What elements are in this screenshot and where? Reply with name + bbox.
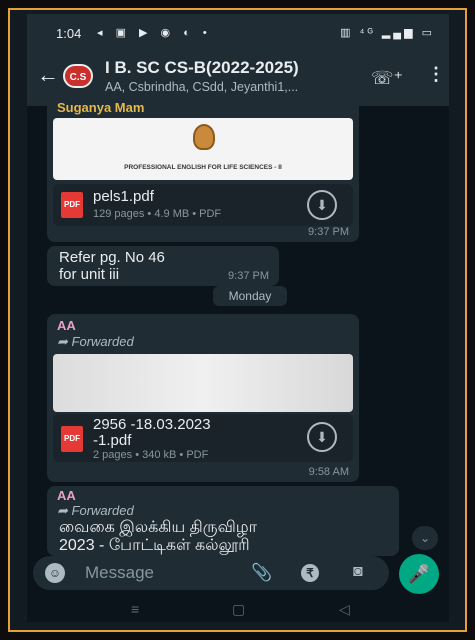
message-time: 9:37 PM	[308, 226, 349, 238]
message-text-line-1: வைகை இலக்கிய திருவிழா	[59, 519, 257, 536]
pdf-file-icon: PDF	[61, 192, 83, 218]
chat-title[interactable]: I B. SC CS-B(2022-2025)	[105, 58, 299, 78]
status-time: 1:04	[56, 26, 82, 41]
scroll-down-icon[interactable]: ⌄	[412, 526, 438, 550]
pdf-file-icon: PDF	[61, 426, 83, 452]
emblem-icon	[193, 124, 215, 150]
home-icon[interactable]: ▢	[232, 601, 245, 618]
forward-icon: ➦	[57, 503, 68, 518]
more-options-icon[interactable]: ⋮	[427, 64, 445, 85]
sender-name: Suganya Mam	[57, 100, 145, 115]
date-separator: Monday	[213, 286, 287, 306]
message-bubble-text[interactable]: Refer pg. No 46 for unit iii 9:37 PM	[47, 246, 279, 286]
message-composer[interactable]: ☺ Message 📎 ₹ ◙	[33, 556, 389, 590]
download-icon[interactable]: ⬇	[307, 190, 337, 220]
nav-back-icon[interactable]: ◁	[339, 601, 350, 618]
message-text-line-2: 2023 - போட்டிகள் கல்லூரி	[59, 537, 250, 554]
document-title: PROFESSIONAL ENGLISH FOR LIFE SCIENCES -…	[124, 164, 282, 171]
file-attachment[interactable]: PDF pels1.pdf 129 pages • 4.9 MB • PDF ⬇	[53, 184, 353, 226]
message-input[interactable]: Message	[85, 563, 154, 583]
message-bubble-forwarded-text[interactable]: AA ➦ Forwarded வைகை இலக்கிய திருவிழா 202…	[47, 486, 399, 556]
download-icon[interactable]: ⬇	[307, 422, 337, 452]
system-nav-bar: ≡ ▢ ◁	[27, 598, 449, 622]
forward-icon: ➦	[57, 334, 68, 349]
status-bar: 1:04 ◂ ▣ ▶ ◉ ◐ • ▥ ⁴ᴳ ▂▄▆ ▭	[27, 14, 449, 50]
emoji-icon[interactable]: ☺	[45, 563, 65, 583]
message-text-line-1: Refer pg. No 46	[59, 249, 165, 266]
back-arrow-icon[interactable]: ←	[37, 62, 59, 88]
forwarded-text: Forwarded	[71, 503, 134, 518]
notification-icons: ◂ ▣ ▶ ◉ ◐ •	[97, 27, 212, 39]
group-avatar[interactable]: C.S	[63, 64, 93, 88]
message-time: 9:37 PM	[228, 270, 269, 282]
sender-name: AA	[57, 318, 76, 333]
forwarded-label: ➦ Forwarded	[57, 503, 134, 519]
message-text-line-2: for unit iii	[59, 266, 120, 283]
file-meta: 129 pages • 4.9 MB • PDF	[93, 208, 222, 220]
file-name: pels1.pdf	[93, 188, 154, 205]
file-meta: 2 pages • 340 kB • PDF	[93, 449, 209, 461]
recent-apps-icon[interactable]: ≡	[131, 601, 139, 617]
file-attachment[interactable]: PDF 2956 -18.03.2023 -1.pdf 2 pages • 34…	[53, 414, 353, 462]
forwarded-label: ➦ Forwarded	[57, 334, 134, 350]
message-time: 9:58 AM	[308, 466, 349, 478]
forwarded-text: Forwarded	[71, 334, 134, 349]
add-call-icon[interactable]: ☏⁺	[371, 68, 403, 89]
file-name-line-1: 2956 -18.03.2023	[93, 416, 211, 433]
document-preview[interactable]: PROFESSIONAL ENGLISH FOR LIFE SCIENCES -…	[53, 118, 353, 180]
sender-name: AA	[57, 488, 76, 503]
message-bubble-forwarded-doc[interactable]: AA ➦ Forwarded PDF 2956 -18.03.2023 -1.p…	[47, 314, 359, 482]
chat-members[interactable]: AA, Csbrindha, CSdd, Jeyanthi1,...	[105, 80, 298, 94]
payment-icon[interactable]: ₹	[301, 564, 319, 582]
camera-icon[interactable]: ◙	[353, 563, 363, 581]
document-preview-blurred[interactable]	[53, 354, 353, 412]
file-name-line-2: -1.pdf	[93, 432, 132, 449]
system-icons: ▥ ⁴ᴳ ▂▄▆ ▭	[340, 27, 435, 39]
message-bubble-doc[interactable]: Suganya Mam PROFESSIONAL ENGLISH FOR LIF…	[47, 96, 359, 242]
attach-icon[interactable]: 📎	[251, 563, 272, 583]
phone-screen: 1:04 ◂ ▣ ▶ ◉ ◐ • ▥ ⁴ᴳ ▂▄▆ ▭ ← C.S I B. S…	[27, 14, 449, 622]
mic-icon[interactable]: 🎤	[399, 554, 439, 594]
